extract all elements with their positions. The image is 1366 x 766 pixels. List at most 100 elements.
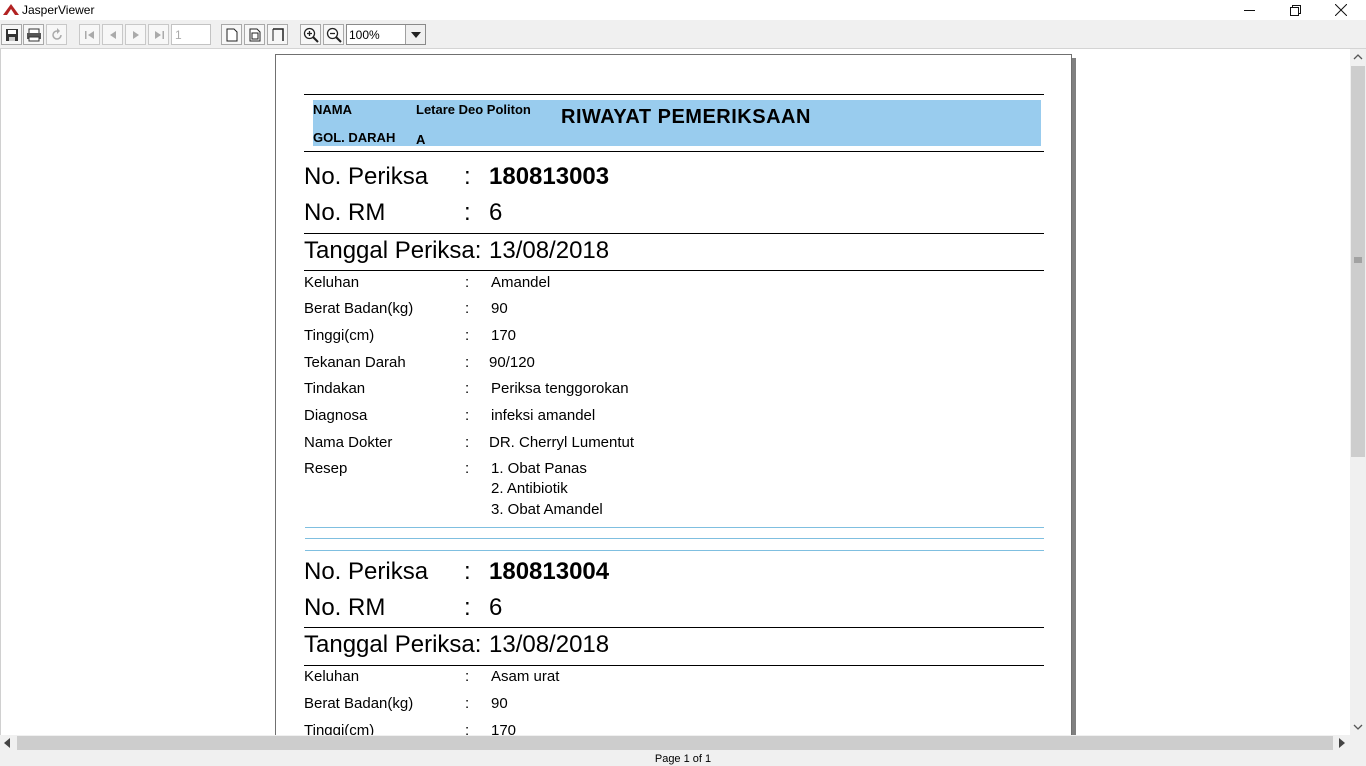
diagnosa-value: infeksi amandel	[491, 407, 596, 424]
previous-page-button[interactable]	[102, 24, 123, 45]
rule	[304, 665, 1044, 666]
minimize-icon	[1243, 9, 1255, 11]
rule	[304, 270, 1044, 271]
colon: :	[465, 354, 470, 371]
print-button[interactable]	[23, 24, 44, 45]
scroll-left-icon[interactable]	[4, 738, 11, 748]
zoom-dropdown-button[interactable]	[405, 25, 425, 44]
resep-item: 2. Antibiotik	[491, 480, 568, 497]
minimize-button[interactable]	[1226, 0, 1272, 20]
no-rm-label: No. RM	[304, 594, 386, 621]
keluhan-value: Amandel	[491, 274, 551, 291]
status-bar: Page 1 of 1	[0, 751, 1366, 766]
tinggi-value: 170	[491, 327, 517, 344]
no-periksa-value: 180813004	[489, 558, 610, 585]
print-icon	[26, 28, 41, 41]
first-page-button[interactable]	[79, 24, 100, 45]
window-title: JasperViewer	[22, 3, 95, 17]
jasper-app-icon	[3, 4, 19, 15]
report-title: RIWAYAT PEMERIKSAAN	[561, 106, 811, 128]
colon: :	[465, 668, 470, 685]
colon: :	[464, 558, 471, 585]
horizontal-scrollbar[interactable]	[0, 735, 1350, 751]
dokter-label: Nama Dokter	[304, 434, 393, 451]
zoom-in-icon	[303, 27, 319, 43]
tanggal-periksa-value: 13/08/2018	[489, 237, 610, 264]
resep-label: Resep	[304, 460, 348, 477]
reload-icon	[51, 27, 62, 40]
fit-width-button[interactable]	[267, 24, 288, 45]
no-periksa-label: No. Periksa	[304, 163, 429, 190]
page-number-input[interactable]: 1	[171, 24, 211, 45]
save-icon	[5, 28, 18, 41]
actual-size-icon	[226, 28, 237, 41]
tekanan-value: 90/120	[489, 354, 535, 371]
fit-page-icon	[249, 28, 260, 41]
header-bottom-rule	[304, 151, 1044, 152]
patient-name-label: NAMA	[313, 102, 352, 117]
next-page-button[interactable]	[125, 24, 146, 45]
colon: :	[465, 300, 470, 317]
tinggi-value: 170	[491, 722, 517, 735]
no-rm-value: 6	[489, 199, 503, 226]
tindakan-value: Periksa tenggorokan	[491, 380, 629, 397]
no-rm-value: 6	[489, 594, 503, 621]
reload-button[interactable]	[46, 24, 67, 45]
colon: :	[465, 380, 470, 397]
no-periksa-label: No. Periksa	[304, 558, 429, 585]
fit-width-icon	[272, 27, 284, 41]
page-status: Page 1 of 1	[654, 753, 712, 765]
berat-label: Berat Badan(kg)	[304, 300, 414, 317]
blood-type-value: A	[416, 132, 426, 147]
save-button[interactable]	[1, 24, 22, 45]
resep-item: 3. Obat Amandel	[491, 501, 603, 518]
scroll-right-icon[interactable]	[1339, 738, 1346, 748]
zoom-out-button[interactable]	[323, 24, 344, 45]
resep-item: 1. Obat Panas	[491, 460, 587, 477]
berat-value: 90	[491, 695, 508, 712]
colon: :	[465, 434, 470, 451]
diagnosa-label: Diagnosa	[304, 407, 368, 424]
zoom-value: 100%	[349, 28, 380, 42]
record-separator	[305, 527, 1044, 528]
fit-page-button[interactable]	[244, 24, 265, 45]
vertical-scroll-thumb[interactable]	[1351, 66, 1365, 457]
berat-label: Berat Badan(kg)	[304, 695, 414, 712]
tekanan-label: Tekanan Darah	[304, 354, 406, 371]
colon: :	[464, 199, 471, 226]
tanggal-periksa-label: Tanggal Periksa:	[304, 237, 482, 264]
colon: :	[465, 327, 470, 344]
scroll-corner	[1350, 735, 1366, 751]
dokter-value: DR. Cherryl Lumentut	[489, 434, 635, 451]
grip-icon	[1354, 257, 1362, 263]
title-bar: JasperViewer	[0, 0, 1366, 20]
scroll-up-icon[interactable]	[1353, 53, 1363, 60]
previous-page-icon	[109, 30, 116, 39]
restore-button[interactable]	[1272, 0, 1318, 20]
tindakan-label: Tindakan	[304, 380, 366, 397]
next-page-icon	[132, 30, 139, 39]
no-periksa-value: 180813003	[489, 163, 610, 190]
close-button[interactable]	[1318, 0, 1364, 20]
record-separator	[305, 538, 1044, 539]
keluhan-label: Keluhan	[304, 274, 360, 291]
zoom-out-icon	[326, 27, 342, 43]
scroll-down-icon[interactable]	[1353, 724, 1363, 731]
restore-icon	[1289, 4, 1301, 16]
actual-size-button[interactable]	[221, 24, 242, 45]
colon: :	[464, 163, 471, 190]
keluhan-label: Keluhan	[304, 668, 360, 685]
colon: :	[465, 695, 470, 712]
horizontal-scroll-thumb[interactable]	[17, 736, 1333, 750]
report-page: NAMA Letare Deo Politon GOL. DARAH A RIW…	[275, 54, 1072, 735]
zoom-in-button[interactable]	[300, 24, 321, 45]
no-rm-label: No. RM	[304, 199, 386, 226]
report-viewport[interactable]: NAMA Letare Deo Politon GOL. DARAH A RIW…	[0, 49, 1350, 735]
zoom-combobox[interactable]: 100%	[346, 24, 426, 45]
colon: :	[465, 274, 470, 291]
tinggi-label: Tinggi(cm)	[304, 722, 375, 735]
vertical-scrollbar[interactable]	[1350, 49, 1366, 735]
colon: :	[464, 594, 471, 621]
close-icon	[1335, 4, 1347, 16]
last-page-button[interactable]	[148, 24, 169, 45]
